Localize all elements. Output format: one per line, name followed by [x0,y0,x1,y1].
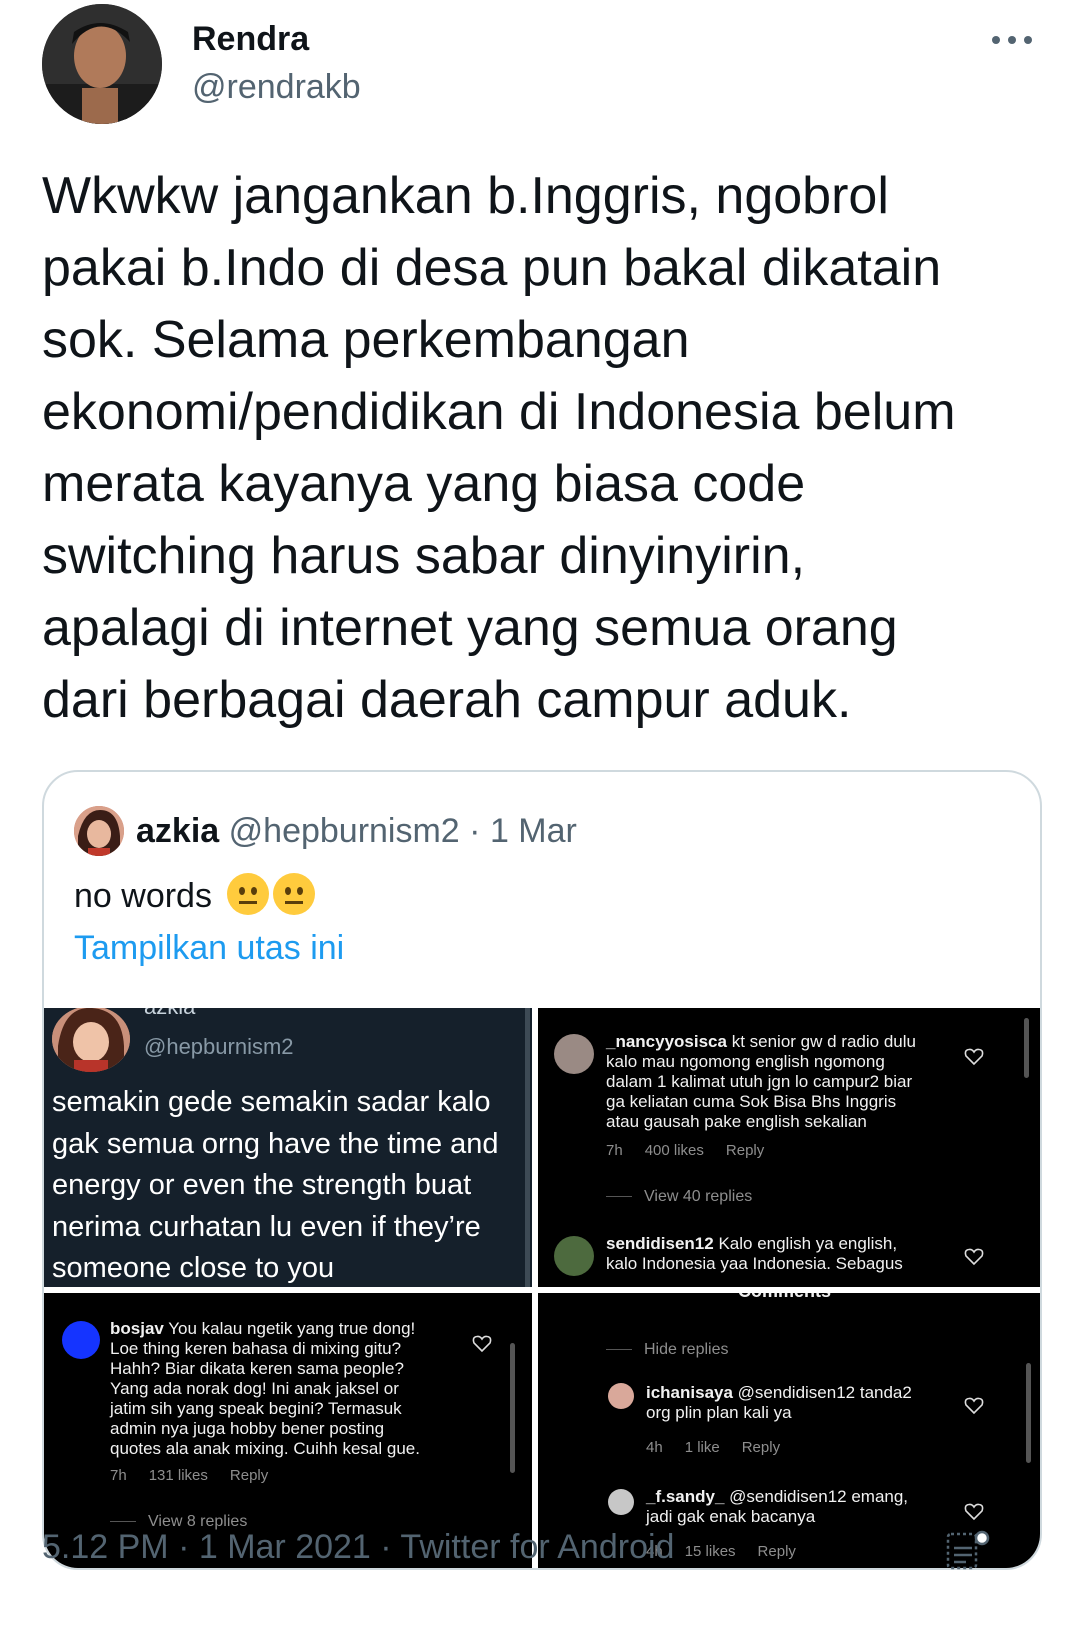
reply-time: 4h [646,1439,663,1456]
comment-time: 7h [606,1142,623,1159]
quote-author-handle: @hepburnism2 [228,812,460,850]
reply-avatar [608,1489,634,1515]
screenshot-handle: @hepburnism2 [144,1034,294,1059]
screenshot-name: azkia [144,1008,195,1020]
heart-icon[interactable] [964,1397,984,1415]
neutral-face-icon [227,873,270,915]
reply-likes[interactable]: 1 like [685,1439,720,1456]
tweet-header: Rendra @rendrakb [42,4,1042,128]
reply-reply[interactable]: Reply [742,1439,780,1456]
quote-text: no words [74,868,316,924]
hide-replies[interactable]: Hide replies [606,1341,728,1359]
screenshot-text: semakin gede semakin sadar kalo gak semu… [52,1086,499,1284]
heart-icon[interactable] [964,1248,984,1266]
media-grid: azkia @hepburnism2 semakin gede semakin … [44,1008,1040,1568]
comment-avatar [62,1321,100,1359]
comment-meta: 7h 131 likes Reply [110,1467,290,1484]
reply-text: _f.sandy_ @sendidisen12 emang, jadi gak … [646,1487,976,1527]
screenshot-avatar [52,1008,130,1072]
author-handle[interactable]: @rendrakb [192,68,361,107]
reply-likes[interactable]: 15 likes [685,1543,736,1560]
scrollbar [1026,1363,1031,1463]
quote-author-avatar [74,806,124,856]
neutral-face-icon [273,873,316,915]
comment-avatar [554,1034,594,1074]
scrollbar [1024,1018,1029,1078]
heart-icon[interactable] [472,1335,492,1353]
comment-likes[interactable]: 131 likes [149,1467,208,1484]
heart-icon[interactable] [964,1503,984,1521]
comment-username: _nancyyosisca [606,1032,727,1051]
quote-date: · 1 Mar [469,812,577,850]
analytics-icon[interactable] [944,1528,992,1572]
heart-icon[interactable] [964,1048,984,1066]
comment-username: bosjav [110,1319,164,1338]
comments-header: Comments [738,1293,831,1302]
reply-text: ichanisaya @sendidisen12 tanda2 org plin… [646,1383,976,1423]
comment-likes[interactable]: 400 likes [645,1142,704,1159]
comment-reply[interactable]: Reply [230,1467,268,1484]
comment-avatar [554,1236,594,1276]
comment-text: sendidisen12 Kalo english ya english, ka… [606,1234,986,1274]
tweet-text: Wkwkw jangankan b.Inggris, ngobrol pakai… [42,167,956,729]
reply-meta: 4h 1 like Reply [646,1439,802,1456]
comment-text: bosjav You kalau ngetik yang true dong! … [110,1319,490,1459]
view-replies[interactable]: View 40 replies [606,1188,752,1206]
reply-username: ichanisaya [646,1383,733,1402]
quote-author-line: azkia @hepburnism2 · 1 Mar [136,806,577,856]
reply-avatar [608,1383,634,1409]
screenshot-scrollbar [525,1008,530,1287]
reply-username: _f.sandy_ [646,1487,725,1506]
quote-text-content: no words [74,877,212,915]
reply-reply[interactable]: Reply [758,1543,796,1560]
comment-body: You kalau ngetik yang true dong! Loe thi… [110,1319,420,1458]
author-avatar[interactable] [42,4,162,124]
scrollbar [510,1343,515,1473]
author-name[interactable]: Rendra [192,20,309,59]
media-image-1[interactable]: azkia @hepburnism2 semakin gede semakin … [44,1008,532,1287]
show-thread-link[interactable]: Tampilkan utas ini [74,920,344,976]
comment-text: _nancyyosisca kt senior gw d radio dulu … [606,1032,986,1132]
comment-username: sendidisen12 [606,1234,714,1253]
tweet-timestamp[interactable]: 5.12 PM · 1 Mar 2021 · Twitter for Andro… [42,1528,674,1567]
more-options-icon[interactable] [982,14,1042,54]
media-image-2[interactable]: _nancyyosisca kt senior gw d radio dulu … [538,1008,1040,1287]
quoted-tweet[interactable]: azkia @hepburnism2 · 1 Mar no words Tamp… [42,770,1042,1570]
comment-meta: 7h 400 likes Reply [606,1142,786,1159]
quote-author-name: azkia [136,812,220,850]
comment-time: 7h [110,1467,127,1484]
comment-reply[interactable]: Reply [726,1142,764,1159]
